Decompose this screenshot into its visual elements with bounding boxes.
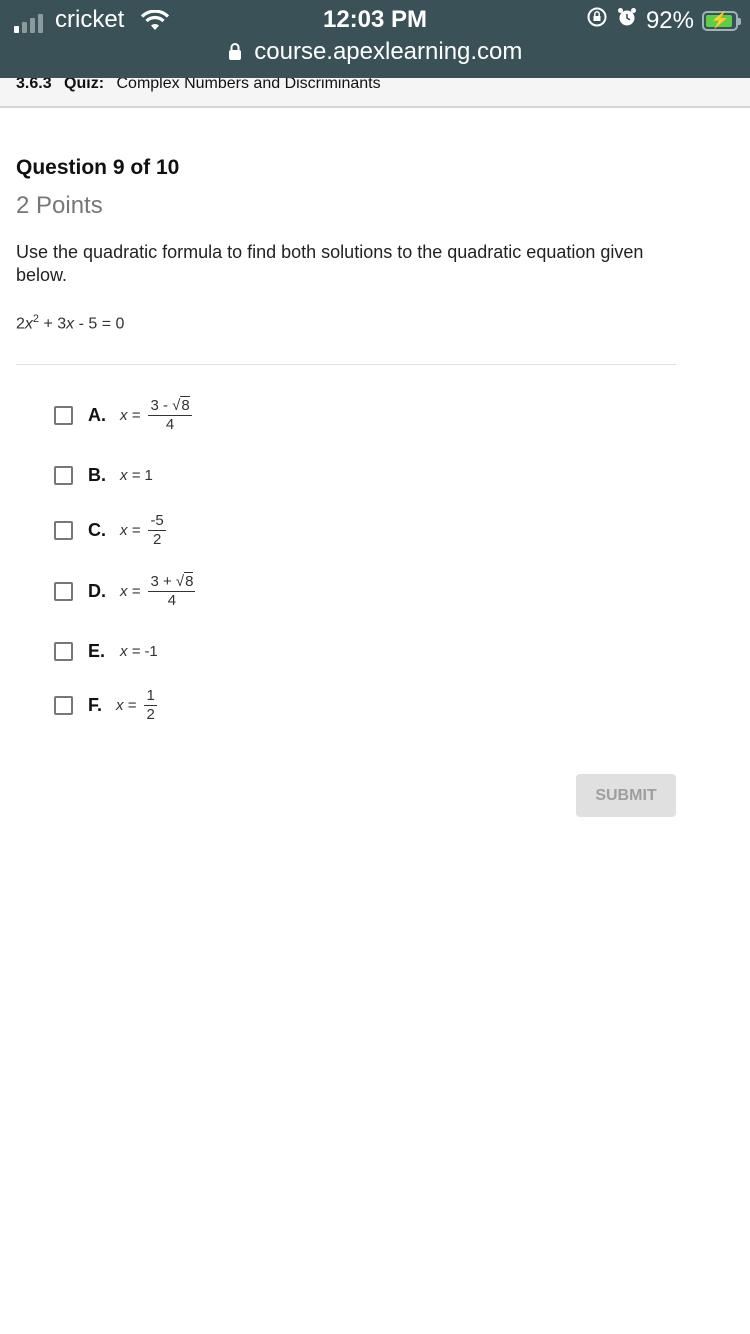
lock-icon <box>228 39 242 67</box>
divider <box>16 364 676 365</box>
option-answer: x = 3 + √8 4 <box>120 572 196 609</box>
checkbox[interactable] <box>54 466 73 485</box>
submit-button[interactable]: SUBMIT <box>576 774 676 817</box>
question-points: 2 Points <box>16 192 103 219</box>
option-letter: C. <box>88 520 106 540</box>
option-letter: E. <box>88 641 106 661</box>
battery-percent: 92% <box>645 6 694 34</box>
option-answer: x = 3 - √8 4 <box>120 396 192 433</box>
option-answer: x = -5 2 <box>120 513 166 548</box>
numerator: -5 <box>148 512 166 531</box>
denominator: 4 <box>165 416 175 433</box>
sqrt-icon: √ <box>175 573 185 590</box>
eq-tail: - 5 = 0 <box>74 315 125 333</box>
lhs: x = <box>116 697 137 714</box>
question-title: Question 9 of 10 <box>16 156 180 179</box>
eq-coef: 2 <box>16 315 25 333</box>
option-letter: D. <box>88 581 106 601</box>
quiz-header: 3.6.3 Quiz: Complex Numbers and Discrimi… <box>0 78 750 108</box>
battery-charging-icon: ⚡ <box>702 10 741 31</box>
value: 1 <box>144 467 153 484</box>
checkbox[interactable] <box>54 696 73 715</box>
numerator: 3 - <box>150 397 173 414</box>
option-letter: B. <box>88 465 106 485</box>
option-answer: x = 1 <box>120 467 153 484</box>
eq-var: x <box>24 315 33 333</box>
option-c[interactable]: C. x = -5 2 <box>54 513 166 548</box>
checkbox[interactable] <box>54 582 73 601</box>
url-bar[interactable]: course.apexlearning.com <box>254 38 522 65</box>
lhs: x = <box>120 407 141 424</box>
lhs: x = <box>120 643 141 660</box>
eq-var2: x <box>66 315 75 333</box>
option-answer: x = -1 <box>120 643 158 660</box>
alarm-icon <box>616 6 638 35</box>
denominator: 4 <box>167 592 177 609</box>
checkbox[interactable] <box>54 642 73 661</box>
status-bar: cricket 12:03 PM 92% ⚡ course.apexlearni… <box>0 0 750 78</box>
denominator: 2 <box>146 706 155 723</box>
radicand: 8 <box>180 396 190 414</box>
option-answer: x = 1 2 <box>116 688 157 723</box>
option-letter: A. <box>88 405 106 425</box>
option-f[interactable]: F. x = 1 2 <box>54 688 157 723</box>
value: -1 <box>144 643 158 660</box>
quiz-title: Complex Numbers and Discriminants <box>116 78 381 92</box>
lhs: x = <box>120 583 141 600</box>
numerator: 1 <box>144 687 157 706</box>
option-a[interactable]: A. x = 3 - √8 4 <box>54 396 192 433</box>
checkbox[interactable] <box>54 406 73 425</box>
denominator: 2 <box>152 531 162 548</box>
checkbox[interactable] <box>54 521 73 540</box>
lhs: x = <box>120 467 141 484</box>
option-d[interactable]: D. x = 3 + √8 4 <box>54 572 196 609</box>
radicand: 8 <box>184 572 194 590</box>
question-equation: 2x2 + 3x - 5 = 0 <box>16 313 124 333</box>
question-prompt: Use the quadratic formula to find both s… <box>16 242 644 285</box>
option-e[interactable]: E. x = -1 <box>54 641 158 662</box>
numerator: 3 + <box>150 573 176 590</box>
quiz-label: Quiz: <box>64 78 105 92</box>
orientation-lock-icon <box>586 6 608 35</box>
lhs: x = <box>120 522 141 539</box>
option-b[interactable]: B. x = 1 <box>54 465 153 486</box>
eq-rest: + 3 <box>39 315 67 333</box>
quiz-number: 3.6.3 <box>16 78 52 92</box>
option-letter: F. <box>88 695 103 715</box>
